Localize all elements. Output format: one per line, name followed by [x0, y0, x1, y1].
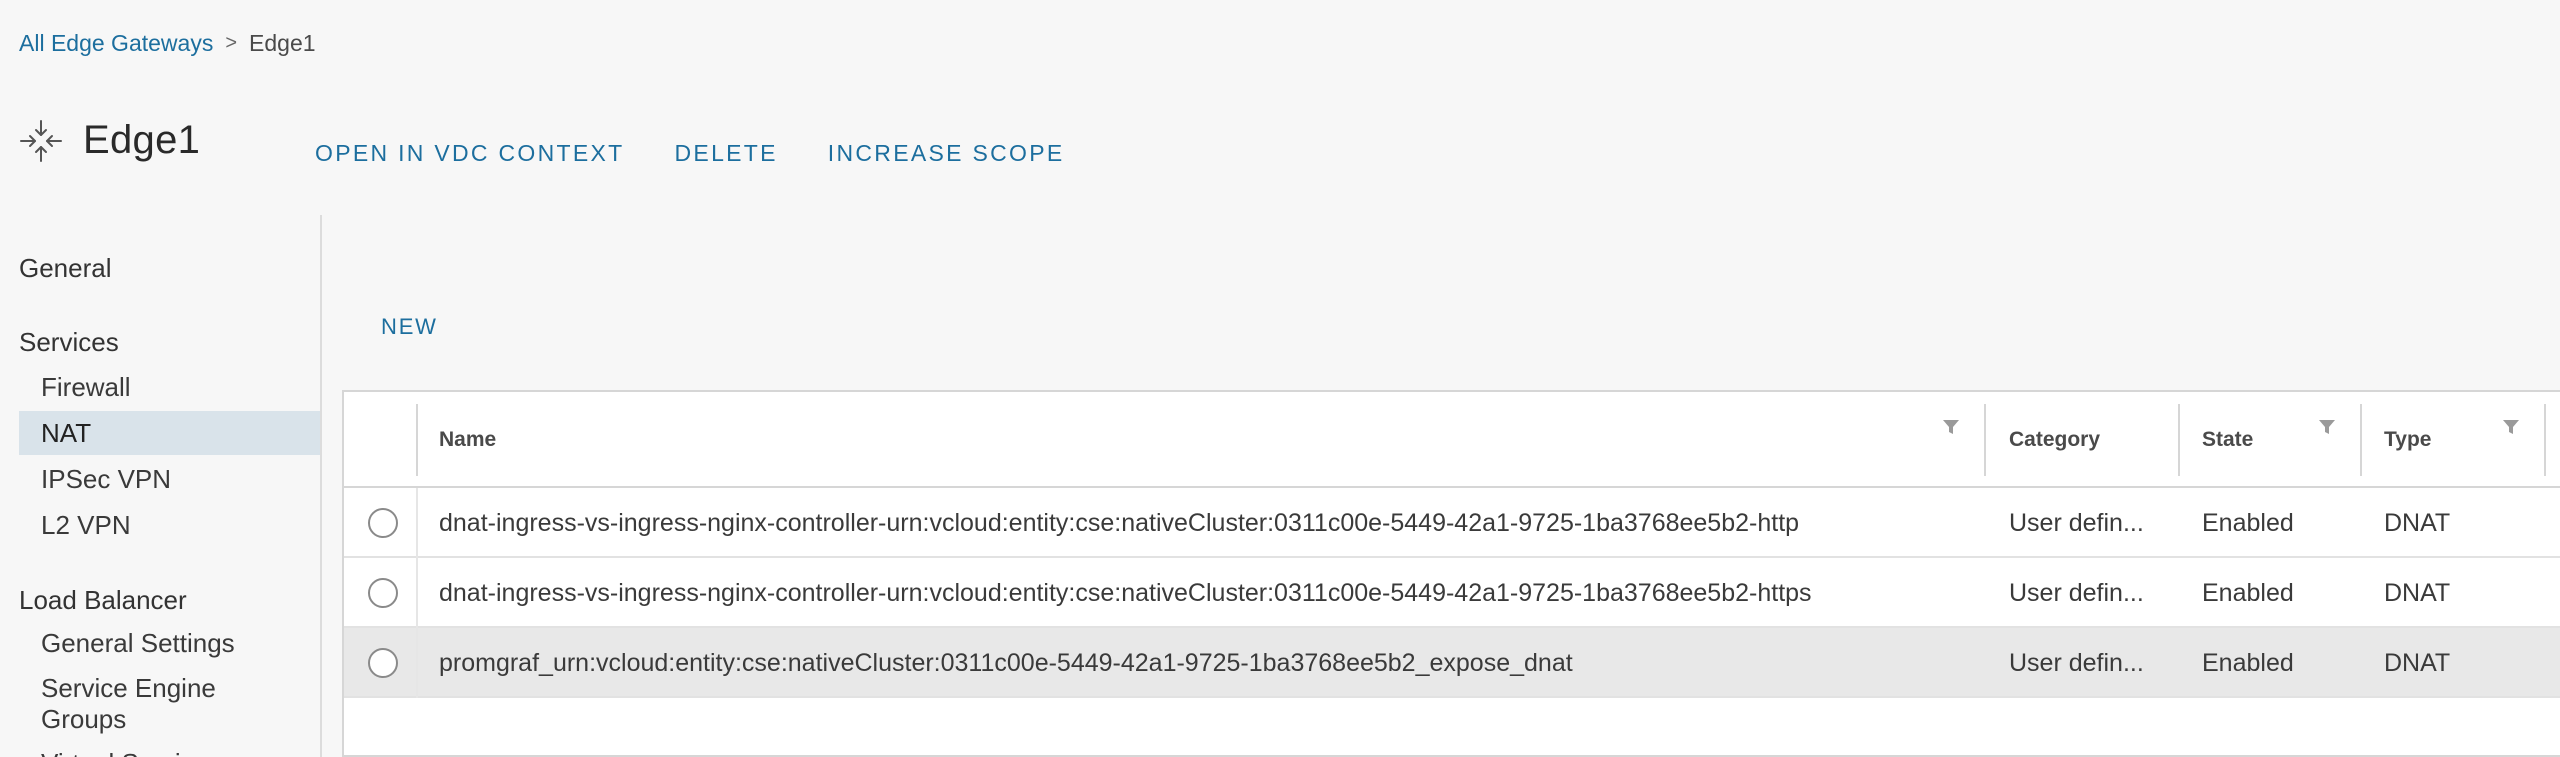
cell-name: dnat-ingress-vs-ingress-nginx-controller…	[439, 578, 1812, 607]
edge-gateway-page: All Edge Gateways > Edge1 Edge1 OPEN IN …	[0, 0, 2560, 757]
cell-name: promgraf_urn:vcloud:entity:cse:nativeClu…	[439, 648, 1573, 677]
sidebar-section-load-balancer: Load Balancer	[19, 585, 187, 615]
row-separator	[416, 488, 418, 558]
cell-category: User defin...	[2009, 508, 2144, 537]
sidebar-divider	[320, 215, 322, 757]
nat-rules-grid: Name Category State Type dnat-ingress-vs…	[342, 390, 2560, 757]
column-separator	[416, 404, 418, 476]
row-select-radio[interactable]	[368, 508, 398, 538]
filter-icon[interactable]	[2316, 416, 2338, 438]
breadcrumb-all-edge-gateways-link[interactable]: All Edge Gateways	[19, 30, 213, 57]
table-row[interactable]: dnat-ingress-vs-ingress-nginx-controller…	[344, 488, 2560, 558]
sidebar-item-service-engine-groups[interactable]: Service Engine Groups	[19, 673, 279, 735]
sidebar-item-firewall[interactable]: Firewall	[19, 365, 320, 409]
open-in-vdc-context-button[interactable]: OPEN IN VDC CONTEXT	[315, 140, 625, 167]
header-actions: OPEN IN VDC CONTEXT DELETE INCREASE SCOP…	[315, 140, 1065, 167]
sidebar-item-l2-vpn[interactable]: L2 VPN	[19, 503, 320, 547]
page-title: Edge1	[83, 118, 201, 162]
cell-type: DNAT	[2384, 648, 2451, 677]
cell-state: Enabled	[2202, 648, 2294, 677]
delete-button[interactable]: DELETE	[675, 140, 778, 167]
column-header-state[interactable]: State	[2202, 392, 2253, 488]
filter-icon[interactable]	[2500, 416, 2522, 438]
column-separator[interactable]	[1984, 404, 1986, 476]
column-header-name[interactable]: Name	[439, 392, 496, 488]
column-separator[interactable]	[2544, 404, 2546, 476]
row-separator	[416, 558, 418, 628]
sidebar-item-general-settings[interactable]: General Settings	[19, 621, 320, 665]
edge-gateway-arrows-icon	[20, 119, 62, 162]
cell-category: User defin...	[2009, 648, 2144, 677]
sidebar-item-ipsec-vpn[interactable]: IPSec VPN	[19, 457, 320, 501]
cell-state: Enabled	[2202, 578, 2294, 607]
cell-state: Enabled	[2202, 508, 2294, 537]
row-separator	[416, 628, 418, 698]
breadcrumb-current: Edge1	[249, 30, 316, 56]
column-header-type[interactable]: Type	[2384, 392, 2431, 488]
column-separator[interactable]	[2178, 404, 2180, 476]
sidebar-item-virtual-services[interactable]: Virtual Services	[19, 741, 320, 757]
column-header-category[interactable]: Category	[2009, 392, 2100, 488]
breadcrumb-separator: >	[225, 32, 238, 54]
sidebar-nav: General Services Firewall NAT IPSec VPN …	[0, 215, 322, 757]
cell-name: dnat-ingress-vs-ingress-nginx-controller…	[439, 508, 1800, 537]
row-select-radio[interactable]	[368, 578, 398, 608]
cell-category: User defin...	[2009, 578, 2144, 607]
sidebar-item-nat[interactable]: NAT	[19, 411, 320, 455]
table-row[interactable]: promgraf_urn:vcloud:entity:cse:nativeClu…	[344, 628, 2560, 698]
column-separator[interactable]	[2360, 404, 2362, 476]
row-select-radio[interactable]	[368, 648, 398, 678]
new-nat-rule-button[interactable]: NEW	[381, 314, 438, 340]
grid-header: Name Category State Type	[344, 392, 2560, 488]
sidebar-section-services: Services	[19, 327, 119, 357]
breadcrumb: All Edge Gateways > Edge1	[19, 30, 316, 57]
sidebar-item-general[interactable]: General	[19, 253, 112, 284]
cell-type: DNAT	[2384, 508, 2451, 537]
filter-icon[interactable]	[1940, 416, 1962, 438]
page-header: Edge1	[19, 118, 200, 163]
cell-type: DNAT	[2384, 578, 2451, 607]
increase-scope-button[interactable]: INCREASE SCOPE	[828, 140, 1065, 167]
table-row[interactable]: dnat-ingress-vs-ingress-nginx-controller…	[344, 558, 2560, 628]
